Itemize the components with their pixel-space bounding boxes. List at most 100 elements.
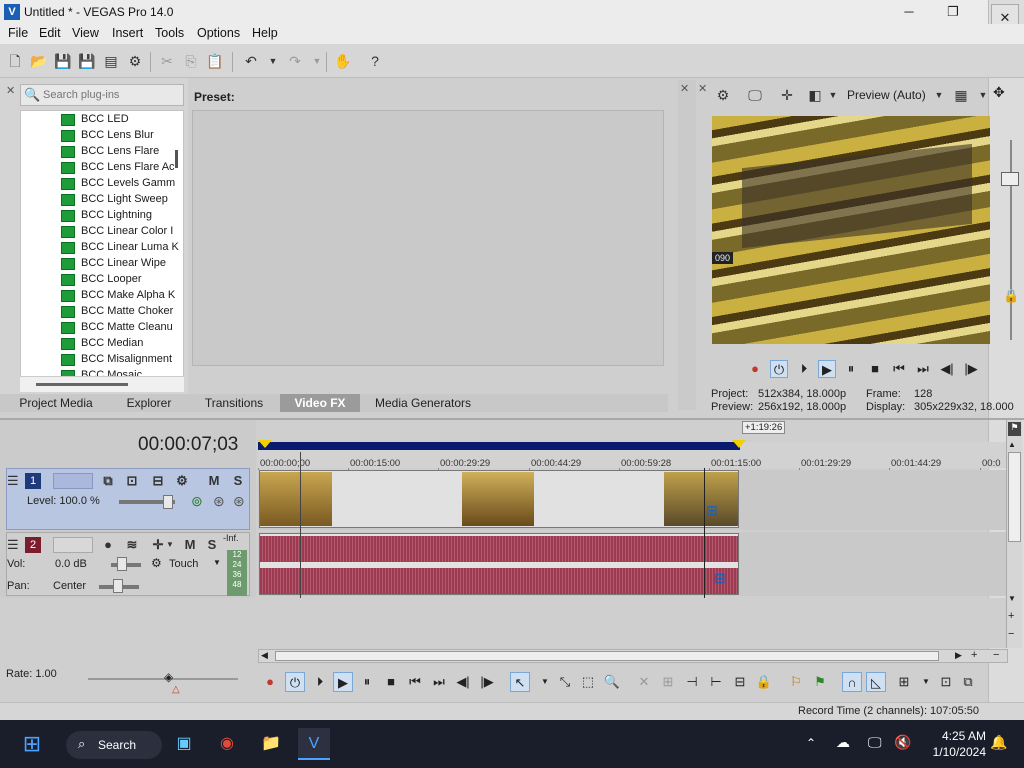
plugin-tree-item[interactable]: BCC Misalignment [21,352,183,368]
copy-icon[interactable]: ⎘ [182,52,200,70]
taskbar-search-button[interactable]: ⌕ Search [66,731,162,759]
panel-close-icon[interactable]: ✕ [680,82,689,95]
menu-options[interactable]: Options [197,26,240,40]
record-button[interactable]: ● [746,360,764,378]
plugin-tree-item[interactable]: BCC Median [21,336,183,352]
plugin-tree-item[interactable]: BCC Matte Cleanu [21,320,183,336]
plugin-tree-item[interactable]: BCC Linear Wipe [21,256,183,272]
taskbar-clock[interactable]: 4:25 AM 1/10/2024 [933,728,986,760]
volume-slider-knob[interactable] [117,557,127,571]
empty-track-area[interactable] [258,598,1006,648]
track-fx-icon[interactable]: ≋ [123,537,141,553]
video-track-header[interactable]: ☰ 1 ⧉ ⊡ ⊟ ⚙ M S Level: 100.0 % ⊚ ⊛ ⊛ [6,468,250,530]
menu-view[interactable]: View [72,26,99,40]
open-icon[interactable]: 📂 [30,52,48,70]
undo-dropdown-icon[interactable]: ▼ [264,52,282,70]
play-button[interactable]: ▶ [333,672,353,692]
lock-icon[interactable]: 🔒 [754,672,774,692]
event-fx-icon[interactable]: ⊞ [714,570,726,587]
paste-icon[interactable]: 📋 [206,52,224,70]
tab-project-media[interactable]: Project Media [10,394,102,412]
split-screen-icon[interactable]: ✛ [778,86,796,104]
chevron-down-icon[interactable]: ▼ [535,672,555,692]
arm-record-icon[interactable]: ● [99,537,117,553]
mute-button[interactable]: M [181,537,199,553]
vertical-slider-knob[interactable] [1001,172,1019,186]
tab-video-fx[interactable]: Video FX [280,394,360,412]
trim-end-icon[interactable]: ⊢ [706,672,726,692]
menu-file[interactable]: File [8,26,28,40]
minimize-button[interactable]: ─ [886,0,932,24]
tab-transitions[interactable]: Transitions [194,394,274,412]
chevron-down-icon[interactable]: ▼ [930,86,948,104]
plugin-tree-item[interactable]: BCC Lens Flare Ac [21,160,183,176]
play-from-start-button[interactable]: ⏵ [310,672,330,692]
save-icon[interactable]: 💾 [54,52,72,70]
composite-mode-icon[interactable]: ⊛ [233,493,245,510]
cut-icon[interactable]: ✂ [158,52,176,70]
split-icon[interactable]: ⊟ [730,672,750,692]
pause-button[interactable]: ⏸ [357,672,377,692]
insert-region-icon[interactable]: ⚑ [810,672,830,692]
track-fx-gear-icon[interactable]: ⚙ [173,473,191,489]
preview-quality-dropdown[interactable]: Preview (Auto) [847,88,926,102]
previous-frame-button[interactable]: ◀| [938,360,956,378]
collapse-icon[interactable]: ☰ [7,537,19,553]
help-icon[interactable]: ? [366,52,384,70]
chevron-down-icon[interactable]: ▼ [161,537,179,553]
chevron-down-icon[interactable]: ▼ [974,86,992,104]
zoom-tool-icon[interactable]: 🔍 [602,672,622,692]
timeline-vertical-scrollbar[interactable]: ⚑ ▲ ▼ + − [1006,420,1022,648]
preset-list[interactable] [192,110,664,366]
plugin-tree-item[interactable]: BCC Looper [21,272,183,288]
volume-muted-icon[interactable]: 🔇 [894,734,911,751]
tree-horizontal-scrollbar[interactable] [20,376,184,392]
loop-end-marker[interactable] [732,440,746,448]
properties-gear-icon[interactable]: ⚙ [126,52,144,70]
hand-tool-icon[interactable]: ✋ [334,52,352,70]
edit-cursor[interactable] [300,452,301,598]
plugin-tree-item[interactable]: BCC Linear Color I [21,224,183,240]
automation-gear-icon[interactable]: ⚙ [151,556,162,570]
menu-tools[interactable]: Tools [155,26,184,40]
grid-icon[interactable]: ▦ [952,86,970,104]
vegas-pro-taskbar-icon[interactable]: V [298,728,330,760]
mute-button[interactable]: M [205,473,223,489]
ignore-grouping-icon[interactable]: ⧉ [958,672,978,692]
tab-explorer[interactable]: Explorer [110,394,188,412]
automation-mode[interactable]: Touch [169,558,198,570]
plugin-tree-item[interactable]: BCC Make Alpha K [21,288,183,304]
playback-rate-slider[interactable] [88,678,238,680]
stop-button[interactable]: ■ [381,672,401,692]
insert-marker-icon[interactable]: ⚐ [786,672,806,692]
play-from-start-button[interactable]: ⏵ [795,360,813,378]
collapse-icon[interactable]: ☰ [7,473,19,489]
network-icon[interactable]: ☁ [836,734,850,751]
go-to-end-button[interactable]: ⏭ [914,360,932,378]
go-to-end-button[interactable]: ⏭ [429,672,449,692]
loop-region[interactable] [258,442,740,450]
trim-start-icon[interactable]: ⊣ [682,672,702,692]
display-icon[interactable]: 🖵 [868,734,882,751]
scrollbar-thumb[interactable] [1008,452,1021,542]
plugin-tree-item[interactable]: BCC LED [21,112,183,128]
start-windows-icon[interactable]: ⊞ [16,728,48,760]
plugin-tree-item[interactable]: BCC Lens Blur [21,128,183,144]
video-preview-settings-gear-icon[interactable]: ⚙ [714,86,732,104]
composite-child-icon[interactable]: ⊚ [191,493,203,510]
compositing-icon[interactable]: ⊟ [149,473,167,489]
level-slider-knob[interactable] [163,495,173,509]
redo-dropdown-icon[interactable]: ▼ [308,52,326,70]
record-button[interactable]: ● [260,672,280,692]
panel-close-icon[interactable]: ✕ [6,84,15,97]
track-name-field[interactable] [53,537,93,553]
scrollbar-thumb[interactable] [275,651,939,661]
marker-flag-icon[interactable]: ⚑ [1008,422,1021,436]
tree-vertical-scroll-thumb[interactable] [175,150,178,168]
audio-track-header[interactable]: ☰ 2 ● ≋ ✛ ▼ M S Vol: 0.0 dB ⚙ Touch ▼ Pa… [6,532,250,596]
menu-edit[interactable]: Edit [39,26,61,40]
plugin-tree-item[interactable]: BCC Matte Choker [21,304,183,320]
loop-playback-button[interactable]: ⏻ [770,360,788,378]
zoom-out-icon[interactable]: − [993,649,999,661]
timeline-horizontal-scrollbar[interactable]: ◀ ▶ + − [258,649,1008,663]
